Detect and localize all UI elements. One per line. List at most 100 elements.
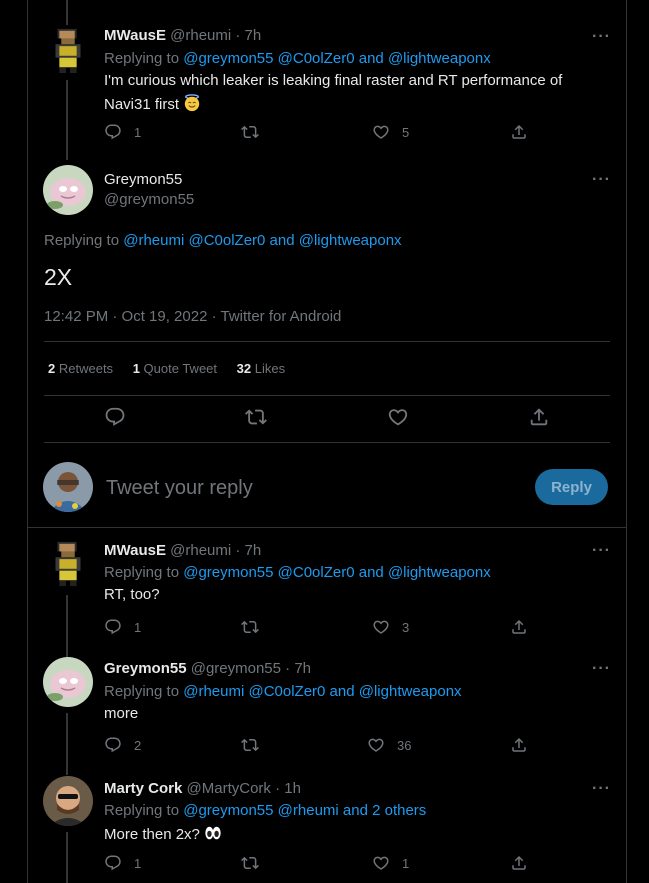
user-photo-icon	[43, 776, 93, 826]
likes-stat[interactable]: 32 Likes	[237, 361, 285, 376]
reply-targets[interactable]: @rheumi @C0olZer0 and @lightweaponx	[123, 232, 401, 249]
more-options-icon[interactable]: ···	[592, 780, 611, 798]
retweet-icon	[241, 618, 259, 636]
tweet-actions: 2 36	[104, 736, 534, 756]
tweet-mwause-2[interactable]: MWausE @rheumi · 7h ··· Replying to @gre…	[27, 538, 627, 648]
retweet-icon[interactable]	[245, 406, 267, 428]
avatar-mwause[interactable]	[43, 25, 93, 77]
share-action[interactable]	[510, 618, 540, 636]
quote-count: 1	[132, 361, 140, 376]
share-action[interactable]	[510, 123, 540, 141]
like-action[interactable]: 36	[367, 736, 411, 754]
user-handle[interactable]: @greymon55	[191, 660, 281, 677]
reply-icon	[104, 736, 122, 754]
more-options-icon[interactable]: ···	[592, 542, 611, 560]
display-name[interactable]: MWausE	[104, 27, 166, 44]
share-action[interactable]	[510, 854, 540, 872]
likes-count: 32	[236, 361, 252, 376]
main-tweet: Greymon55 @greymon55 ··· Replying to @rh…	[27, 165, 627, 445]
tweet-header: Marty Cork @MartyCork · 1h	[104, 780, 301, 797]
divider	[27, 527, 627, 528]
reply-targets[interactable]: @greymon55 @rheumi and 2 others	[183, 802, 426, 819]
tweet-time[interactable]: · 7h	[285, 660, 311, 677]
tweet-time[interactable]: · 1h	[275, 780, 301, 797]
retweets-stat[interactable]: 2 Retweets	[48, 361, 113, 376]
tweet-martycork[interactable]: Marty Cork @MartyCork · 1h ··· Replying …	[27, 776, 627, 883]
retweets-count: 2	[48, 361, 56, 376]
more-options-icon[interactable]: ···	[592, 28, 611, 46]
tweet-time[interactable]: · 7h	[235, 27, 261, 44]
tweet-mwause-1[interactable]: MWausE @rheumi · 7h ··· Replying to @gre…	[27, 25, 627, 150]
like-icon	[372, 618, 390, 636]
reply-targets[interactable]: @greymon55 @C0olZer0 and @lightweaponx	[183, 50, 491, 67]
main-user-handle[interactable]: @greymon55	[104, 191, 194, 208]
avatar-greymon55[interactable]	[43, 657, 93, 707]
quote-label: Quote Tweet	[143, 361, 218, 376]
retweet-action[interactable]	[241, 123, 271, 141]
reply-icon	[104, 618, 122, 636]
tweet-timestamp[interactable]: 12:42 PM · Oct 19, 2022 · Twitter for An…	[44, 308, 341, 325]
tweet-actions: 1 3	[104, 618, 534, 638]
reply-icon[interactable]	[104, 406, 126, 428]
reply-targets[interactable]: @rheumi @C0olZer0 and @lightweaponx	[183, 683, 461, 700]
share-icon[interactable]	[528, 406, 550, 428]
tweet-header: MWausE @rheumi · 7h	[104, 542, 261, 559]
like-count: 36	[397, 737, 412, 753]
like-icon[interactable]	[387, 406, 409, 428]
reply-input[interactable]: Tweet your reply	[106, 477, 253, 500]
reply-action[interactable]: 1	[104, 123, 141, 141]
retweet-action[interactable]	[241, 736, 271, 754]
reply-targets[interactable]: @greymon55 @C0olZer0 and @lightweaponx	[183, 564, 491, 581]
display-name[interactable]: MWausE	[104, 542, 166, 559]
retweet-icon	[241, 123, 259, 141]
avatar-martycork[interactable]	[43, 776, 93, 826]
like-count: 3	[402, 619, 410, 635]
reply-count: 1	[134, 855, 142, 871]
reply-button[interactable]: Reply	[535, 469, 608, 505]
user-handle[interactable]: @rheumi	[170, 27, 231, 44]
tweet-actions: 1 5	[104, 123, 534, 143]
retweet-action[interactable]	[241, 618, 271, 636]
user-handle[interactable]: @MartyCork	[187, 780, 271, 797]
share-action[interactable]	[510, 736, 540, 754]
tweet-greymon55[interactable]: Greymon55 @greymon55 · 7h ··· Replying t…	[27, 657, 627, 767]
replying-prefix: Replying to	[44, 232, 120, 249]
tweet-text-line1: I'm curious which leaker is leaking fina…	[104, 72, 563, 89]
display-name[interactable]: Marty Cork	[104, 780, 182, 797]
avatar-greymon55[interactable]	[43, 165, 93, 215]
pixel-character-icon	[55, 541, 81, 587]
share-icon	[510, 123, 528, 141]
reply-count: 1	[134, 619, 142, 635]
like-action[interactable]: 5	[372, 123, 409, 141]
like-action[interactable]: 1	[372, 854, 409, 872]
more-options-icon[interactable]: ···	[592, 171, 611, 189]
replying-prefix: Replying to	[104, 564, 180, 581]
tweet-text-line2: Navi31 first	[104, 94, 201, 113]
tweet-header: MWausE @rheumi · 7h	[104, 27, 261, 44]
current-user-avatar[interactable]	[43, 462, 93, 512]
tweet-text: More then 2x?	[104, 826, 200, 843]
smiling-halo-emoji-icon	[185, 94, 200, 112]
retweet-action[interactable]	[241, 854, 271, 872]
replying-to: Replying to @greymon55 @rheumi and 2 oth…	[104, 802, 426, 819]
more-options-icon[interactable]: ···	[592, 660, 611, 678]
tweet-text: RT, too?	[104, 586, 160, 603]
reply-count: 2	[134, 737, 142, 753]
retweet-icon	[241, 854, 259, 872]
reply-action[interactable]: 1	[104, 618, 141, 636]
main-tweet-text: 2X	[44, 264, 73, 290]
display-name[interactable]: Greymon55	[104, 660, 187, 677]
like-icon	[367, 736, 385, 754]
reply-action[interactable]: 1	[104, 854, 141, 872]
tweet-text-line2-text: Navi31 first	[104, 96, 180, 113]
quote-stat[interactable]: 1 Quote Tweet	[133, 361, 217, 376]
pixel-character-icon	[55, 28, 81, 74]
reply-action[interactable]: 2	[104, 736, 141, 754]
likes-label: Likes	[254, 361, 286, 376]
main-display-name[interactable]: Greymon55	[104, 171, 182, 188]
tweet-text: more	[104, 705, 139, 722]
avatar-mwause[interactable]	[43, 538, 93, 590]
tweet-time[interactable]: · 7h	[235, 542, 261, 559]
user-handle[interactable]: @rheumi	[170, 542, 231, 559]
like-action[interactable]: 3	[372, 618, 409, 636]
